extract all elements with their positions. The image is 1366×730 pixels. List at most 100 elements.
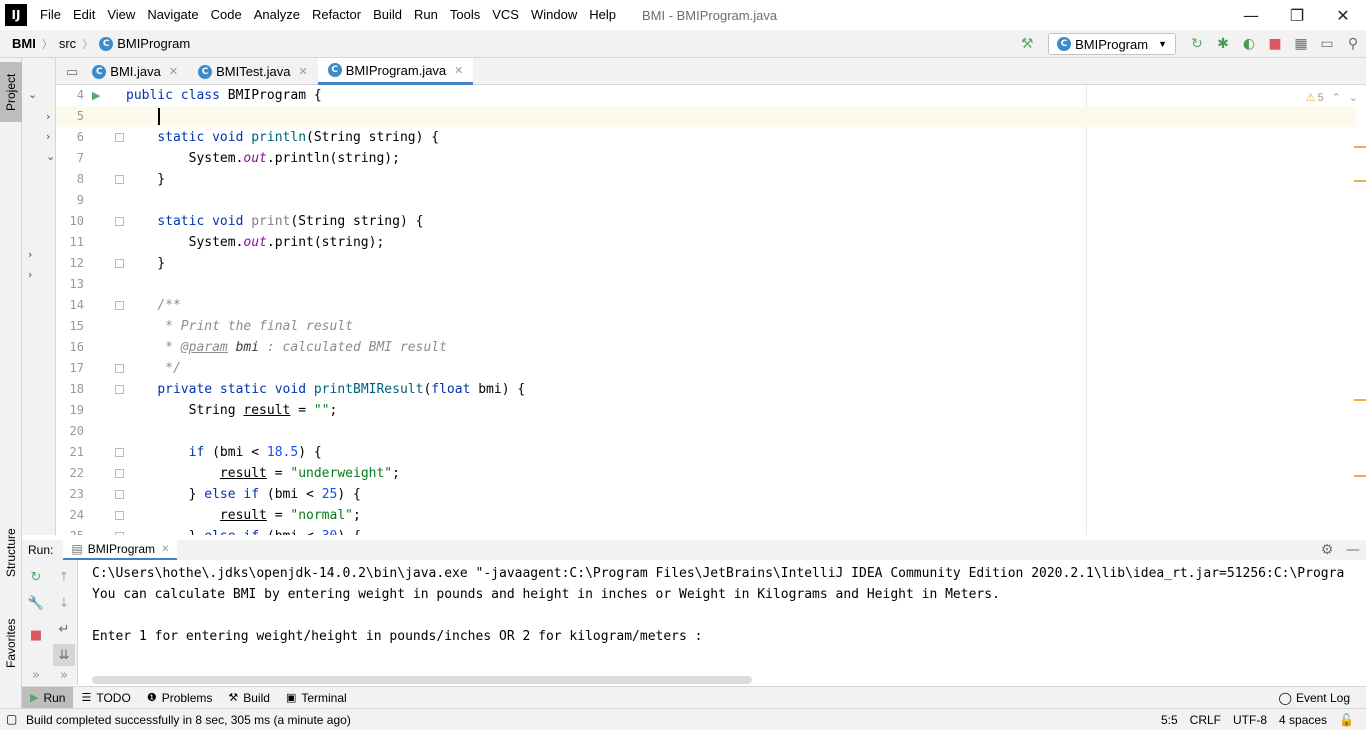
- fold-marker-icon[interactable]: [115, 511, 124, 520]
- project-tool-tab[interactable]: Project: [0, 62, 22, 122]
- rerun-icon[interactable]: ↻: [1184, 31, 1210, 57]
- tool-tab-problems[interactable]: ❶ Problems: [139, 687, 221, 709]
- favorites-tool-tab[interactable]: Favorites: [0, 608, 22, 678]
- tab-bmi-java[interactable]: C BMI.java ✕: [82, 58, 188, 85]
- code-line[interactable]: 10 static void print(String string) {: [56, 211, 1356, 232]
- menu-edit[interactable]: Edit: [67, 0, 101, 30]
- fold-marker-icon[interactable]: [115, 532, 124, 535]
- code-line[interactable]: 9: [56, 190, 1356, 211]
- code-line[interactable]: 6 static void println(String string) {: [56, 127, 1356, 148]
- file-encoding[interactable]: UTF-8: [1233, 713, 1267, 727]
- tab-bmiprogram-java[interactable]: C BMIProgram.java ✕: [317, 58, 474, 85]
- code-line[interactable]: 12 }: [56, 253, 1356, 274]
- tool-tab-todo[interactable]: ☰ TODO: [73, 687, 138, 709]
- menu-vcs[interactable]: VCS: [486, 0, 525, 30]
- more-actions-icon[interactable]: »: [53, 664, 75, 686]
- scroll-to-end-icon[interactable]: ⇊: [53, 644, 75, 666]
- search-icon[interactable]: ⚲: [1340, 31, 1366, 57]
- breadcrumb-project[interactable]: BMI: [0, 36, 40, 51]
- close-window-icon[interactable]: ✕: [1320, 0, 1366, 30]
- run-configuration-select[interactable]: C BMIProgram ▼: [1048, 33, 1176, 55]
- tree-expand-icon[interactable]: ⌄: [46, 150, 55, 163]
- code-line[interactable]: 22 result = "underweight";: [56, 463, 1356, 484]
- more-actions-icon[interactable]: »: [25, 664, 47, 686]
- code-line[interactable]: 13: [56, 274, 1356, 295]
- inspection-widget[interactable]: ⚠ 5 ⌃ ⌄: [1306, 91, 1358, 105]
- menu-help[interactable]: Help: [583, 0, 622, 30]
- menu-code[interactable]: Code: [205, 0, 248, 30]
- fold-marker-icon[interactable]: [115, 259, 124, 268]
- menu-window[interactable]: Window: [525, 0, 583, 30]
- warning-stripe-marker[interactable]: [1354, 146, 1366, 148]
- tree-collapse-icon[interactable]: ›: [28, 268, 32, 281]
- menu-refactor[interactable]: Refactor: [306, 0, 367, 30]
- code-line[interactable]: 20: [56, 421, 1356, 442]
- soft-wrap-icon[interactable]: ↵: [53, 618, 75, 640]
- coverage-icon[interactable]: ◐: [1236, 31, 1262, 57]
- breadcrumb-folder[interactable]: src: [55, 36, 80, 51]
- minimize-icon[interactable]: —: [1228, 0, 1274, 30]
- code-line[interactable]: 7 System.out.println(string);: [56, 148, 1356, 169]
- menu-build[interactable]: Build: [367, 0, 408, 30]
- code-line[interactable]: 14 /**: [56, 295, 1356, 316]
- warning-stripe-marker[interactable]: [1354, 399, 1366, 401]
- structure-tool-tab[interactable]: Structure: [0, 518, 22, 588]
- restore-icon[interactable]: ❐: [1274, 0, 1320, 30]
- code-line[interactable]: 24 result = "normal";: [56, 505, 1356, 526]
- scroll-up-icon[interactable]: ↑: [53, 566, 75, 588]
- event-log-tab[interactable]: ◯ Event Log: [1279, 687, 1350, 709]
- build-hammer-icon[interactable]: ⚒: [1014, 31, 1040, 57]
- breadcrumb-file[interactable]: C BMIProgram: [95, 36, 194, 52]
- close-tab-icon[interactable]: ✕: [299, 65, 308, 78]
- tab-overflow-icon[interactable]: ▭: [56, 58, 82, 85]
- fold-marker-icon[interactable]: [115, 217, 124, 226]
- code-line[interactable]: 8 }: [56, 169, 1356, 190]
- line-separator[interactable]: CRLF: [1190, 713, 1221, 727]
- code-line[interactable]: 25 } else if (bmi < 30) {: [56, 526, 1356, 535]
- menu-navigate[interactable]: Navigate: [141, 0, 204, 30]
- run-console-tab[interactable]: ▤ BMIProgram ✕: [63, 540, 178, 560]
- fold-marker-icon[interactable]: [115, 448, 124, 457]
- next-highlight-icon[interactable]: ⌄: [1349, 91, 1358, 104]
- menu-file[interactable]: File: [34, 0, 67, 30]
- wrench-icon[interactable]: 🔧: [25, 592, 47, 614]
- menu-analyze[interactable]: Analyze: [248, 0, 306, 30]
- code-line[interactable]: 19 String result = "";: [56, 400, 1356, 421]
- close-tab-icon[interactable]: ✕: [161, 544, 169, 555]
- stop-icon[interactable]: ■: [25, 624, 47, 646]
- warning-stripe-marker[interactable]: [1354, 475, 1366, 477]
- code-line[interactable]: 21 if (bmi < 18.5) {: [56, 442, 1356, 463]
- code-line[interactable]: 16 * @param bmi : calculated BMI result: [56, 337, 1356, 358]
- console-output[interactable]: C:\Users\hothe\.jdks\openjdk-14.0.2\bin\…: [79, 560, 1366, 685]
- code-editor[interactable]: 4 ▶ public class BMIProgram {5 6 static voi…: [56, 85, 1366, 535]
- horizontal-scrollbar[interactable]: [92, 676, 752, 684]
- code-line[interactable]: 15 * Print the final result: [56, 316, 1356, 337]
- code-line[interactable]: 11 System.out.print(string);: [56, 232, 1356, 253]
- run-gutter-icon[interactable]: ▶: [92, 85, 100, 106]
- fold-marker-icon[interactable]: [115, 364, 124, 373]
- rerun-icon[interactable]: ↻: [25, 566, 47, 588]
- fold-marker-icon[interactable]: [115, 133, 124, 142]
- fold-marker-icon[interactable]: [115, 175, 124, 184]
- project-structure-icon[interactable]: ▦: [1288, 31, 1314, 57]
- close-tab-icon[interactable]: ✕: [169, 65, 178, 78]
- fold-marker-icon[interactable]: [115, 469, 124, 478]
- lock-icon[interactable]: 🔓: [1339, 713, 1354, 727]
- tool-tab-terminal[interactable]: ▣ Terminal: [278, 687, 355, 709]
- debug-icon[interactable]: ✱: [1210, 31, 1236, 57]
- caret-position[interactable]: 5:5: [1161, 713, 1178, 727]
- fold-marker-icon[interactable]: [115, 490, 124, 499]
- fold-marker-icon[interactable]: [115, 385, 124, 394]
- tool-tab-build[interactable]: ⚒ Build: [220, 687, 278, 709]
- tree-collapse-icon[interactable]: ›: [46, 110, 50, 123]
- tool-tab-run[interactable]: ▶ Run: [22, 686, 74, 709]
- layout-icon[interactable]: ▭: [1314, 31, 1340, 57]
- previous-highlight-icon[interactable]: ⌃: [1332, 91, 1341, 104]
- status-toggle-icon[interactable]: ▢: [6, 712, 17, 726]
- code-line[interactable]: 4 ▶ public class BMIProgram {: [56, 85, 1356, 106]
- warning-stripe-marker[interactable]: [1354, 180, 1366, 182]
- code-line[interactable]: 18 private static void printBMIResult(fl…: [56, 379, 1356, 400]
- code-line[interactable]: 5: [56, 106, 1356, 127]
- code-line[interactable]: 23 } else if (bmi < 25) {: [56, 484, 1356, 505]
- code-line[interactable]: 17 */: [56, 358, 1356, 379]
